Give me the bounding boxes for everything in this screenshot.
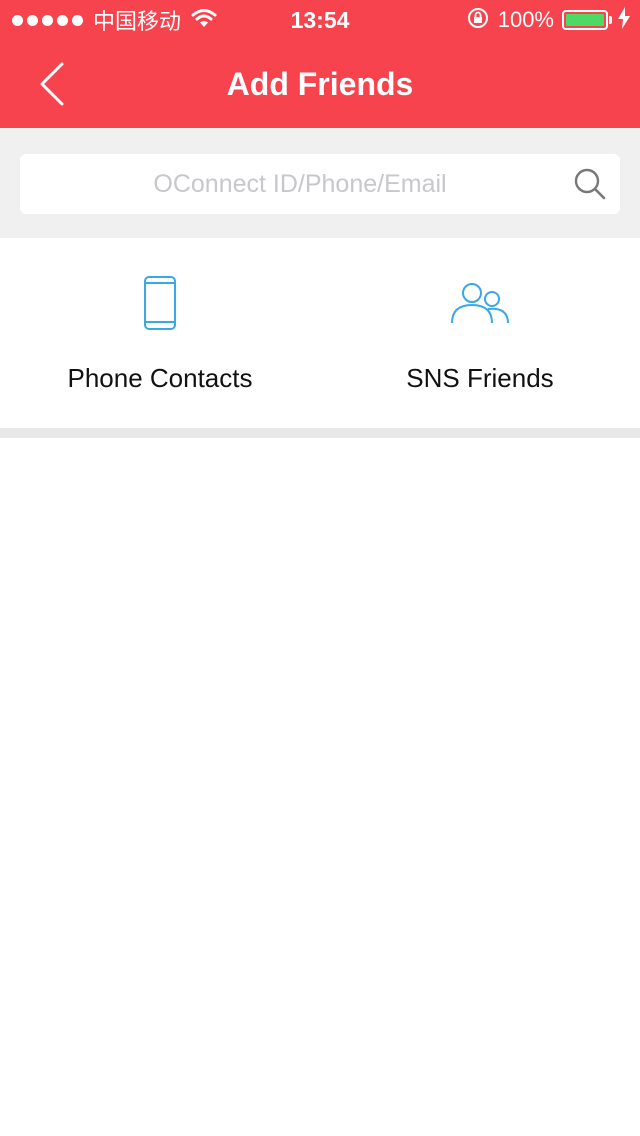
search-icon[interactable]: [572, 166, 608, 202]
search-input[interactable]: [40, 160, 560, 208]
section-divider: [0, 428, 640, 438]
battery-fill: [566, 14, 604, 26]
sns-friends-label: SNS Friends: [406, 363, 554, 393]
charging-icon: [618, 6, 630, 34]
battery-icon: [562, 10, 608, 30]
search-box[interactable]: [20, 154, 620, 214]
page-title: Add Friends: [226, 66, 414, 102]
navigation-bar: Add Friends: [0, 40, 640, 128]
empty-content-area: [0, 438, 640, 1136]
search-section: [0, 128, 640, 238]
status-bar: 中国移动 13:54 100%: [0, 0, 640, 40]
phone-contacts-label: Phone Contacts: [67, 363, 253, 393]
battery-percent: 100%: [497, 7, 554, 32]
phone-icon: [0, 274, 320, 332]
orientation-lock-icon: [466, 6, 490, 35]
people-icon: [320, 274, 640, 332]
app-header: 中国移动 13:54 100% Add Friends: [0, 0, 640, 128]
phone-contacts-option[interactable]: Phone Contacts: [0, 238, 320, 428]
sns-friends-option[interactable]: SNS Friends: [320, 238, 640, 428]
battery-cap: [609, 16, 612, 24]
status-right: 100%: [466, 6, 630, 34]
add-friend-options: Phone Contacts SNS Friends: [0, 238, 640, 428]
